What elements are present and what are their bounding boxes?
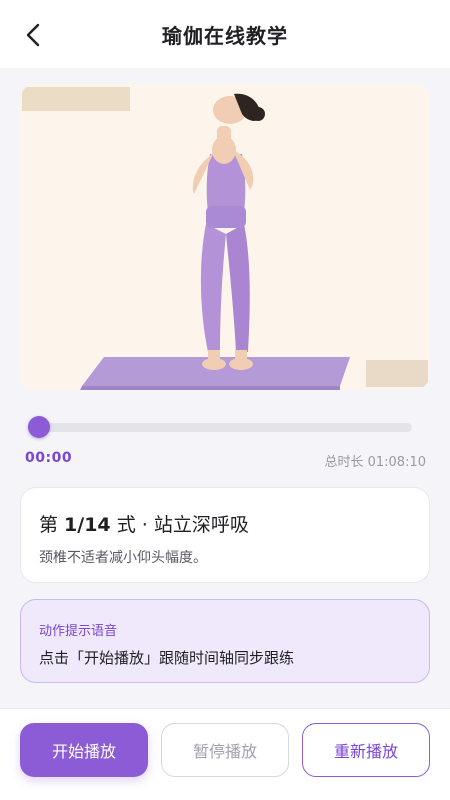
yoga-pose-illustration — [20, 84, 430, 390]
voice-hint-label: 动作提示语音 — [39, 624, 118, 639]
yoga-lesson-screen: 瑜伽在线教学 00:00 总时长 01:08:10 第 1/14 式 · 站立深… — [0, 0, 450, 800]
restart-button[interactable]: 重新播放 — [302, 723, 430, 777]
start-button[interactable]: 开始播放 — [20, 723, 148, 777]
step-number: 1/14 — [64, 514, 111, 536]
step-title-name: 式 · 站立深呼吸 — [110, 514, 249, 536]
progress-track[interactable] — [30, 423, 412, 432]
top-bar: 瑜伽在线教学 — [0, 0, 450, 68]
step-card: 第 1/14 式 · 站立深呼吸 颈椎不适者减小仰头幅度。 — [20, 487, 430, 583]
step-title: 第 1/14 式 · 站立深呼吸 — [39, 510, 249, 537]
pause-button[interactable]: 暂停播放 — [161, 723, 289, 777]
progress-thumb[interactable] — [28, 416, 50, 438]
current-time: 00:00 — [25, 450, 73, 466]
step-title-prefix: 第 — [39, 514, 65, 536]
step-description: 颈椎不适者减小仰头幅度。 — [39, 550, 207, 566]
total-duration: 总时长 01:08:10 — [324, 455, 426, 470]
voice-hint-card: 动作提示语音 点击「开始播放」跟随时间轴同步跟练 — [20, 599, 430, 683]
voice-hint-text: 点击「开始播放」跟随时间轴同步跟练 — [39, 649, 295, 667]
page-title: 瑜伽在线教学 — [162, 24, 288, 48]
bottom-controls: 开始播放 暂停播放 重新播放 — [0, 708, 450, 800]
